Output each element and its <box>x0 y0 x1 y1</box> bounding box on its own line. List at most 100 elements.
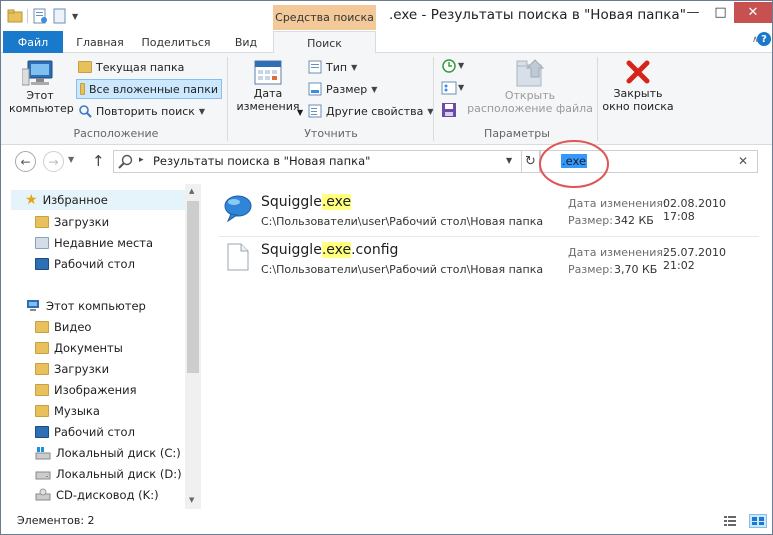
nav-pictures[interactable]: Изображения <box>35 379 137 400</box>
file-icon <box>227 243 249 271</box>
close-button[interactable]: ✕ <box>734 2 772 23</box>
chevron-down-icon: ▼ <box>198 106 206 116</box>
window-title: .exe - Результаты поиска в "Новая папка" <box>389 7 686 23</box>
open-file-location-label: Открыть расположение файла <box>467 89 593 115</box>
result-name: Squiggle.exe.config <box>261 242 398 258</box>
customize-qat-icon[interactable]: ▼ <box>72 12 78 21</box>
scroll-thumb[interactable] <box>187 201 199 373</box>
documents-folder-icon <box>35 341 49 354</box>
minimize-button[interactable]: — <box>679 2 707 23</box>
nav-videos[interactable]: Видео <box>35 316 91 337</box>
date-value: 25.07.2010 21:02 <box>663 246 726 272</box>
nav-item-label: Изображения <box>54 382 137 397</box>
search-again-button[interactable]: Повторить поиск ▼ <box>78 101 205 121</box>
nav-drive-c[interactable]: Локальный диск (C:) <box>35 442 181 463</box>
close-search-label: Закрыть окно поиска <box>602 87 674 113</box>
nav-fav-desktop[interactable]: Рабочий стол <box>35 253 135 274</box>
nav-fav-downloads[interactable]: Загрузки <box>35 211 109 232</box>
scroll-down-icon[interactable]: ▼ <box>189 496 194 504</box>
squiggle-app-icon <box>224 195 252 222</box>
help-icon[interactable]: ? <box>757 32 771 46</box>
context-tab-header: Средства поиска <box>273 5 376 30</box>
nav-documents[interactable]: Документы <box>35 337 123 358</box>
music-folder-icon <box>35 404 49 417</box>
star-icon: ★ <box>25 192 38 208</box>
folder-icon[interactable] <box>7 9 23 23</box>
all-subfolders-button[interactable]: Все вложенные папки <box>76 79 222 99</box>
new-folder-icon[interactable] <box>52 8 68 24</box>
tiles-view-icon[interactable] <box>749 514 767 528</box>
size-button[interactable]: Размер ▼ <box>308 79 377 99</box>
status-text: Элементов: 2 <box>17 514 95 527</box>
quick-access-toolbar: ▼ <box>7 7 78 25</box>
this-pc-button[interactable]: Этот компьютер <box>9 57 74 115</box>
nav-downloads[interactable]: Загрузки <box>35 358 109 379</box>
date-value: 02.08.2010 17:08 <box>663 197 726 223</box>
result-row[interactable]: Squiggle.exe.config C:\Пользователи\user… <box>219 237 759 283</box>
annotation-ellipse <box>539 140 609 188</box>
folder-icon <box>78 61 92 73</box>
address-dropdown-icon[interactable]: ▼ <box>506 156 512 165</box>
breadcrumb[interactable]: Результаты поиска в "Новая папка" <box>153 154 370 168</box>
nav-fav-recent-places[interactable]: Недавние места <box>35 232 153 253</box>
breadcrumb-chevron-icon[interactable]: ▸ <box>139 155 144 165</box>
nav-music[interactable]: Музыка <box>35 400 100 421</box>
nav-cd-drive[interactable]: CD-дисковод (K:) <box>35 484 159 505</box>
tab-share[interactable]: Поделиться <box>137 31 215 53</box>
result-path: C:\Пользователи\user\Рабочий стол\Новая … <box>261 215 544 228</box>
explorer-window: ▼ Средства поиска .exe - Результаты поис… <box>0 0 773 535</box>
nav-item-label: Документы <box>54 340 123 355</box>
type-button[interactable]: Тип ▼ <box>308 57 357 77</box>
forward-button[interactable]: → <box>43 151 64 172</box>
close-search-icon <box>626 60 650 84</box>
size-value: 3,70 КБ <box>614 263 658 276</box>
details-view-icon[interactable] <box>723 515 737 530</box>
calendar-icon <box>254 60 282 85</box>
all-subfolders-label: Все вложенные папки <box>88 82 218 96</box>
date-modified-button[interactable]: Дата изменения <box>231 57 305 113</box>
save-search-button[interactable] <box>441 102 457 121</box>
location-group-label: Расположение <box>73 127 159 140</box>
nav-drive-d[interactable]: Локальный диск (D:) <box>35 463 182 484</box>
nav-item-label: Локальный диск (D:) <box>56 466 182 481</box>
system-drive-icon <box>35 446 51 459</box>
chevron-down-icon: ▼ <box>458 83 465 92</box>
back-button[interactable]: ← <box>15 151 36 172</box>
tab-file[interactable]: Файл <box>3 31 63 53</box>
properties-icon[interactable] <box>32 8 48 24</box>
result-name-part: Squiggle <box>261 194 322 210</box>
nav-favorites[interactable]: ★ Избранное <box>11 190 185 210</box>
other-properties-button[interactable]: Другие свойства ▼ <box>308 101 434 121</box>
result-name-highlight: .exe <box>321 242 352 258</box>
maximize-button[interactable]: □ <box>707 2 734 23</box>
tab-home[interactable]: Главная <box>71 31 129 53</box>
chevron-down-icon: ▼ <box>297 108 304 117</box>
date-label: Дата изменения: <box>568 197 667 210</box>
nav-item-label: Локальный диск (C:) <box>56 445 181 460</box>
result-name: Squiggle.exe <box>261 194 352 210</box>
folder-icon <box>80 83 85 95</box>
clear-search-icon[interactable]: ✕ <box>738 154 748 168</box>
properties-icon <box>308 104 322 118</box>
size-label: Размер <box>326 82 368 96</box>
computer-icon <box>27 299 39 311</box>
open-file-location-button: Открыть расположение файла <box>466 57 594 115</box>
tab-search[interactable]: Поиск <box>273 31 376 54</box>
up-arrow-icon[interactable]: ↑ <box>92 152 105 170</box>
ribbon-separator <box>227 57 228 141</box>
recent-locations-chevron-icon[interactable]: ▼ <box>68 155 74 164</box>
recent-searches-button[interactable]: ▼ <box>441 58 464 77</box>
nav-desktop[interactable]: Рабочий стол <box>35 421 135 442</box>
advanced-options-button[interactable]: ▼ <box>441 80 464 99</box>
nav-favorites-label: Избранное <box>42 193 108 207</box>
address-bar[interactable]: ▸ Результаты поиска в "Новая папка" ▼ <box>113 150 522 173</box>
scroll-up-icon[interactable]: ▲ <box>189 187 194 195</box>
pictures-folder-icon <box>35 383 49 396</box>
close-search-button[interactable]: Закрыть окно поиска <box>601 57 675 113</box>
nav-this-pc[interactable]: Этот компьютер <box>25 295 146 316</box>
computer-icon <box>22 60 53 86</box>
result-row[interactable]: Squiggle.exe C:\Пользователи\user\Рабочи… <box>219 188 759 234</box>
tab-view[interactable]: Вид <box>223 31 269 53</box>
size-label: Размер: <box>568 214 613 227</box>
current-folder-button[interactable]: Текущая папка <box>78 57 184 77</box>
